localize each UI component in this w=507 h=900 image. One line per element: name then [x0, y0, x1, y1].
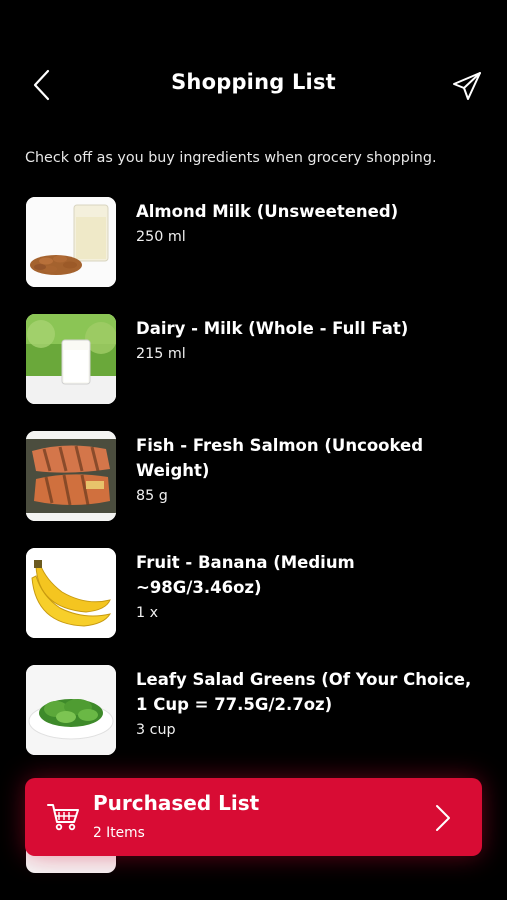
- list-item[interactable]: Fruit - Banana (Medium ~98G/3.46oz) 1 x: [26, 548, 486, 648]
- app-screen: Shopping List Check off as you buy ingre…: [0, 0, 507, 900]
- item-name: Fruit - Banana (Medium ~98G/3.46oz): [136, 553, 355, 597]
- purchased-count: 2 Items: [93, 825, 145, 841]
- header: Shopping List: [0, 60, 507, 110]
- banana-image: [26, 548, 116, 638]
- salad-image: [26, 665, 116, 755]
- instructions-text: Check off as you buy ingredients when gr…: [25, 150, 437, 166]
- list-item[interactable]: Dairy - Milk (Whole - Full Fat) 215 ml: [26, 314, 486, 414]
- share-button[interactable]: [451, 70, 483, 102]
- milk-glass-image: [26, 314, 116, 404]
- page-title: Shopping List: [171, 70, 336, 94]
- item-name: Leafy Salad Greens (Of Your Choice, 1 Cu…: [136, 670, 472, 714]
- purchased-list-title: Purchased List: [93, 791, 260, 815]
- item-quantity: 1 x: [136, 605, 159, 621]
- chevron-right-icon: [436, 805, 450, 831]
- salmon-image: [26, 431, 116, 521]
- list-item[interactable]: Fish - Fresh Salmon (Uncooked Weight) 85…: [26, 431, 486, 531]
- list-item[interactable]: Leafy Salad Greens (Of Your Choice, 1 Cu…: [26, 665, 486, 765]
- item-name: Almond Milk (Unsweetened): [136, 202, 399, 221]
- list-item[interactable]: Almond Milk (Unsweetened) 250 ml: [26, 197, 486, 297]
- item-quantity: 250 ml: [136, 229, 186, 245]
- cart-icon: [47, 804, 79, 831]
- almond-milk-image: [26, 197, 116, 287]
- item-quantity: 215 ml: [136, 346, 186, 362]
- item-quantity: 85 g: [136, 488, 168, 504]
- item-name: Fish - Fresh Salmon (Uncooked Weight): [136, 436, 424, 480]
- item-quantity: 3 cup: [136, 722, 176, 738]
- item-name: Dairy - Milk (Whole - Full Fat): [136, 319, 409, 338]
- purchased-list-button[interactable]: Purchased List 2 Items: [25, 778, 482, 856]
- paper-plane-icon: [453, 72, 481, 100]
